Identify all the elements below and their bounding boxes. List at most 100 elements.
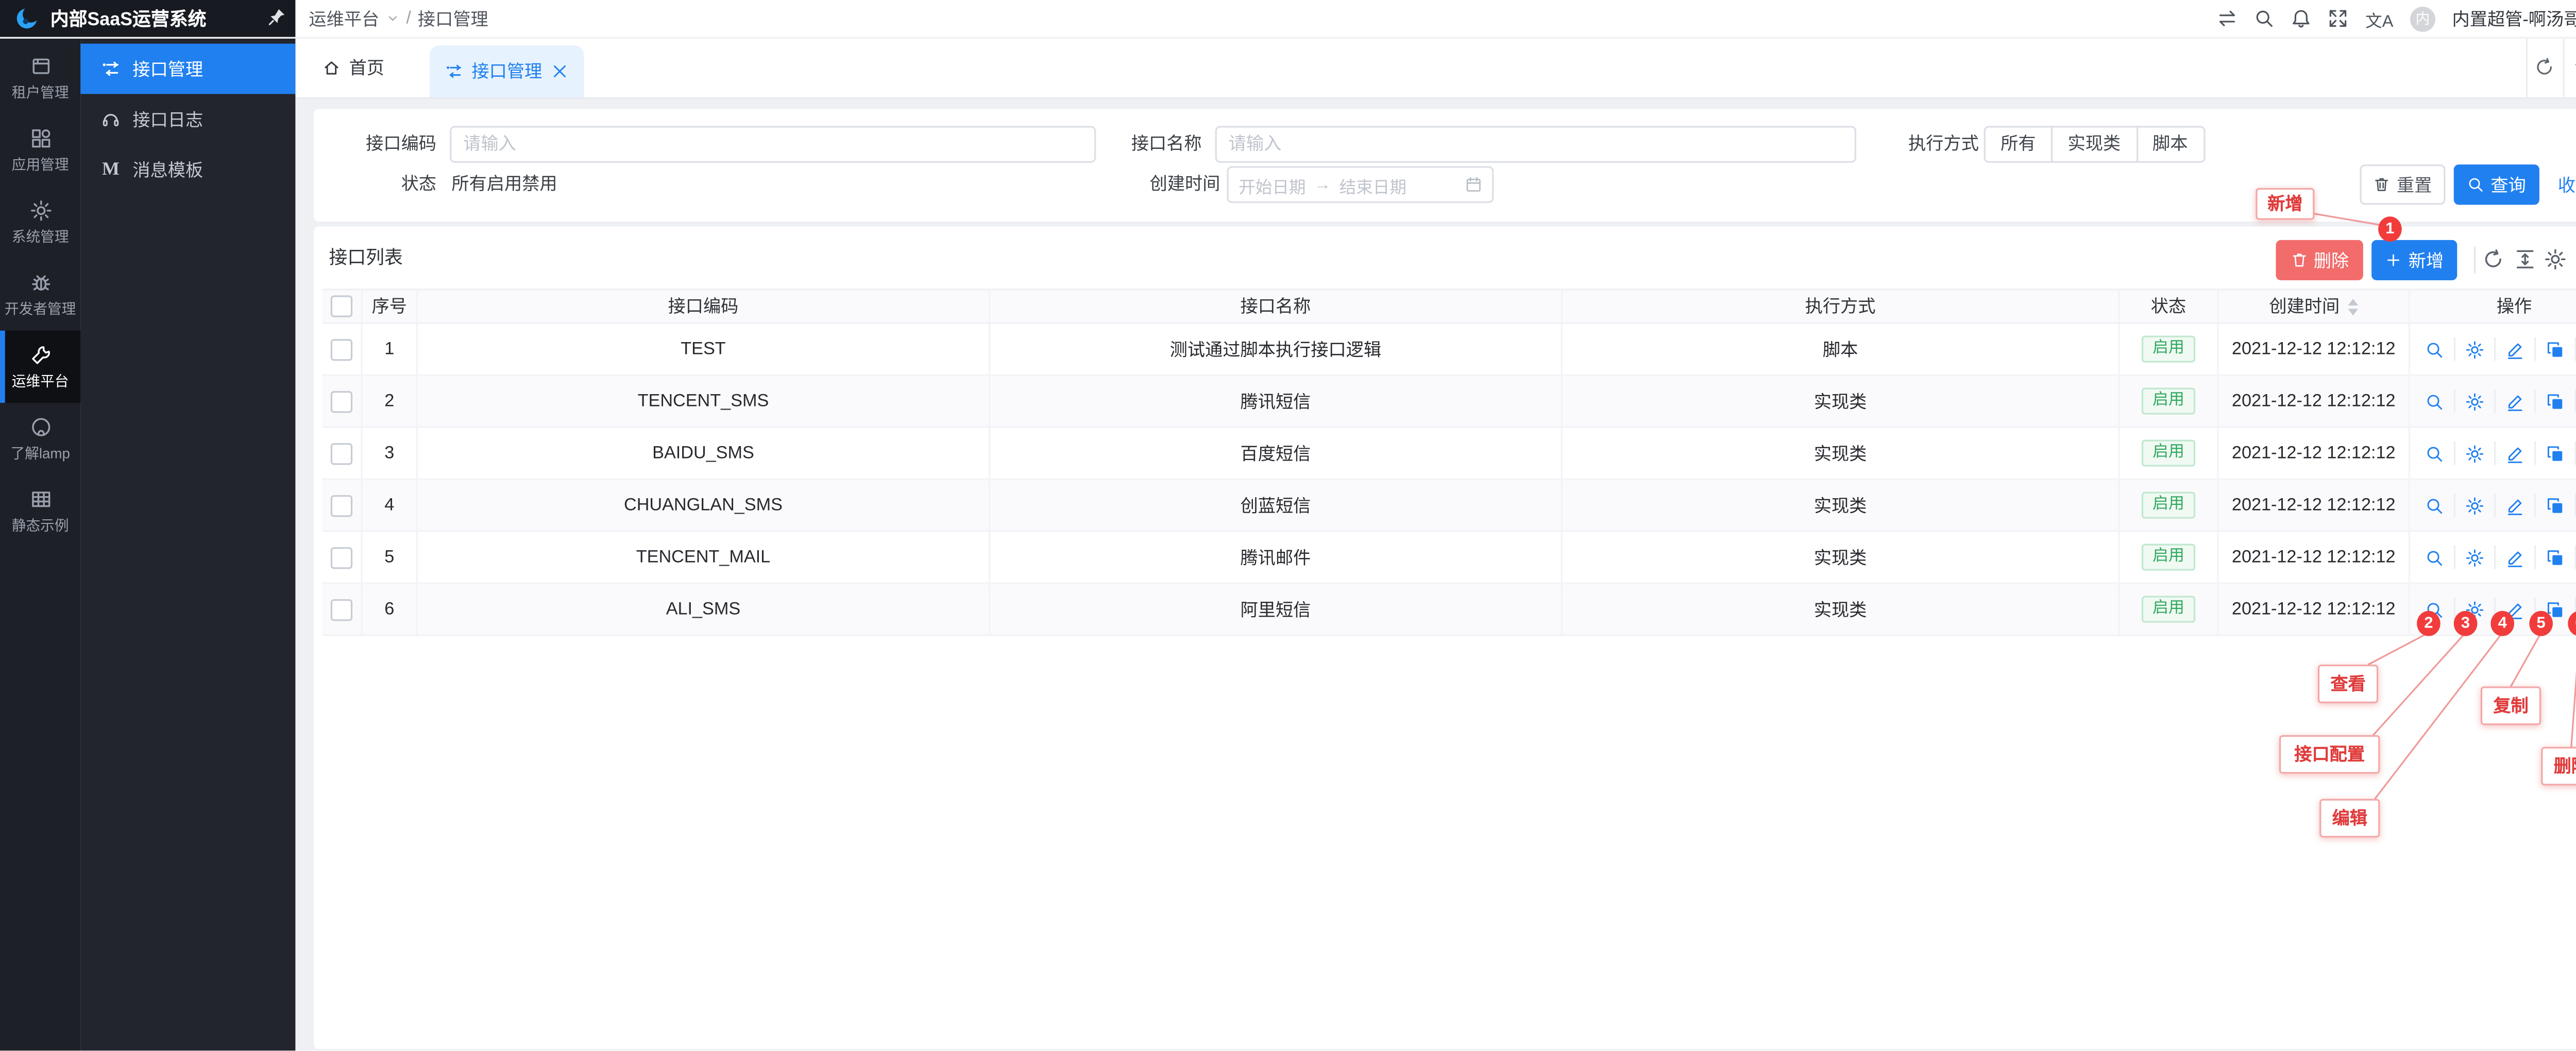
code-label: 接口编码 (331, 126, 436, 163)
pin-icon[interactable] (267, 7, 287, 27)
row-checkbox[interactable] (331, 494, 352, 516)
date-range-picker[interactable]: 开始日期 → 结束日期 (1227, 166, 1494, 204)
cell-index: 5 (363, 532, 418, 583)
search-icon[interactable] (2255, 8, 2275, 28)
cell-index: 6 (363, 584, 418, 635)
delete-icon[interactable] (2574, 442, 2576, 465)
row-checkbox[interactable] (331, 338, 352, 360)
view-icon[interactable] (2414, 442, 2453, 465)
close-icon[interactable] (551, 62, 569, 81)
list-title: 接口列表 (329, 243, 403, 270)
message-template-icon: M (100, 159, 121, 179)
swap-icon[interactable] (2217, 8, 2238, 28)
sidebar-item-lamp[interactable]: 了解lamp (0, 403, 80, 475)
search-button[interactable]: 查询 (2454, 164, 2539, 205)
select-all-checkbox[interactable] (331, 295, 352, 317)
sidebar-item-system[interactable]: 系统管理 (0, 187, 80, 259)
status-badge: 启用 (2142, 492, 2194, 518)
view-icon[interactable] (2414, 546, 2453, 569)
refresh-icon[interactable] (2482, 248, 2504, 270)
sidebar-item-tenant[interactable]: 租户管理 (0, 42, 80, 114)
cell-index: 4 (363, 480, 418, 531)
edit-icon[interactable] (2493, 546, 2533, 569)
calendar-icon (1465, 176, 1482, 193)
exec-option-impl[interactable]: 实现类 (2051, 126, 2138, 163)
config-icon[interactable] (2453, 442, 2493, 465)
col-status: 状态 (2120, 291, 2218, 323)
view-icon[interactable] (2414, 494, 2453, 517)
cell-name: 测试通过脚本执行接口逻辑 (990, 324, 1563, 375)
row-checkbox[interactable] (331, 442, 352, 464)
reset-button[interactable]: 重置 (2360, 164, 2445, 205)
table-row: 1 TEST 测试通过脚本执行接口逻辑 脚本 启用 2021-12-12 12:… (322, 324, 2576, 376)
sidebar-item-static[interactable]: 静态示例 (0, 475, 80, 547)
config-icon[interactable] (2453, 546, 2493, 569)
table-row: 3 BAIDU_SMS 百度短信 实现类 启用 2021-12-12 12:12… (322, 428, 2576, 480)
created-time-label: 创建时间 (1114, 166, 1220, 204)
edit-icon[interactable] (2493, 442, 2533, 465)
view-icon[interactable] (2414, 337, 2453, 361)
delete-icon[interactable] (2574, 389, 2576, 413)
sidebar-item-app[interactable]: 应用管理 (0, 114, 80, 187)
app-title: 内部SaaS运营系统 (50, 5, 207, 32)
avatar[interactable]: 内 (2410, 6, 2435, 31)
cell-created: 2021-12-12 12:12:12 (2219, 428, 2410, 479)
copy-icon[interactable] (2533, 494, 2573, 517)
trash-icon (2290, 252, 2307, 269)
copy-icon[interactable] (2533, 546, 2573, 569)
name-input[interactable] (1215, 126, 1856, 163)
submenu-item-log[interactable]: 接口日志 (80, 94, 295, 144)
collapse-link[interactable]: 收起 (2558, 164, 2576, 205)
chevron-down-icon[interactable] (2571, 57, 2576, 77)
translate-icon[interactable]: 文A (2365, 6, 2393, 31)
chevron-down-icon[interactable] (386, 12, 399, 25)
copy-icon[interactable] (2533, 389, 2573, 413)
cell-code: CHUANGLAN_SMS (418, 480, 990, 531)
delete-icon[interactable] (2574, 494, 2576, 517)
cell-exec: 脚本 (1563, 324, 2120, 375)
sidebar-item-developer[interactable]: 开发者管理 (0, 259, 80, 331)
tab-interface-management[interactable]: 接口管理 (430, 45, 584, 97)
submenu-item-interface[interactable]: 接口管理 (80, 44, 295, 94)
edit-icon[interactable] (2493, 389, 2533, 413)
select-all-cell (322, 291, 362, 323)
tab-home[interactable]: 首页 (322, 37, 384, 97)
tab-bar: 首页 接口管理 (295, 37, 2576, 99)
copy-icon[interactable] (2533, 442, 2573, 465)
sidebar-item-ops[interactable]: 运维平台 (0, 331, 80, 403)
row-checkbox[interactable] (331, 598, 352, 620)
row-checkbox[interactable] (331, 390, 352, 412)
row-height-icon[interactable] (2514, 248, 2536, 270)
sort-icon[interactable] (2348, 298, 2359, 315)
add-button[interactable]: 新增 (2371, 240, 2457, 280)
bell-icon[interactable] (2292, 8, 2312, 28)
col-created[interactable]: 创建时间 (2219, 291, 2410, 323)
config-icon[interactable] (2453, 389, 2493, 413)
view-icon[interactable] (2414, 389, 2453, 413)
annotation-label-edit: 编辑 (2319, 799, 2380, 838)
wrench-icon (29, 343, 51, 365)
config-icon[interactable] (2453, 494, 2493, 517)
edit-icon[interactable] (2493, 337, 2533, 361)
delete-icon[interactable] (2574, 337, 2576, 361)
annotation-label-delete: 删除 (2541, 747, 2576, 786)
fullscreen-icon[interactable] (2328, 8, 2348, 28)
interface-table: 序号 接口编码 接口名称 执行方式 状态 创建时间 操作 1 TEST 测试通过… (322, 289, 2576, 636)
refresh-icon[interactable] (2534, 57, 2554, 77)
submenu-item-template[interactable]: M 消息模板 (80, 144, 295, 195)
row-checkbox[interactable] (331, 546, 352, 568)
column-settings-icon[interactable] (2545, 248, 2566, 270)
delete-icon[interactable] (2574, 546, 2576, 569)
edit-icon[interactable] (2493, 494, 2533, 517)
api-icon (445, 62, 463, 81)
exec-option-all[interactable]: 所有 (1984, 126, 2053, 163)
exec-option-script[interactable]: 脚本 (2136, 126, 2205, 163)
copy-icon[interactable] (2533, 337, 2573, 361)
breadcrumb-group[interactable]: 运维平台 (309, 6, 379, 31)
status-filter-value[interactable]: 所有启用禁用 (451, 166, 557, 204)
delete-button[interactable]: 删除 (2276, 240, 2363, 280)
current-user[interactable]: 内置超管-啊汤哥 (2452, 6, 2576, 31)
status-badge: 启用 (2142, 440, 2194, 466)
config-icon[interactable] (2453, 337, 2493, 361)
code-input[interactable] (450, 126, 1096, 163)
